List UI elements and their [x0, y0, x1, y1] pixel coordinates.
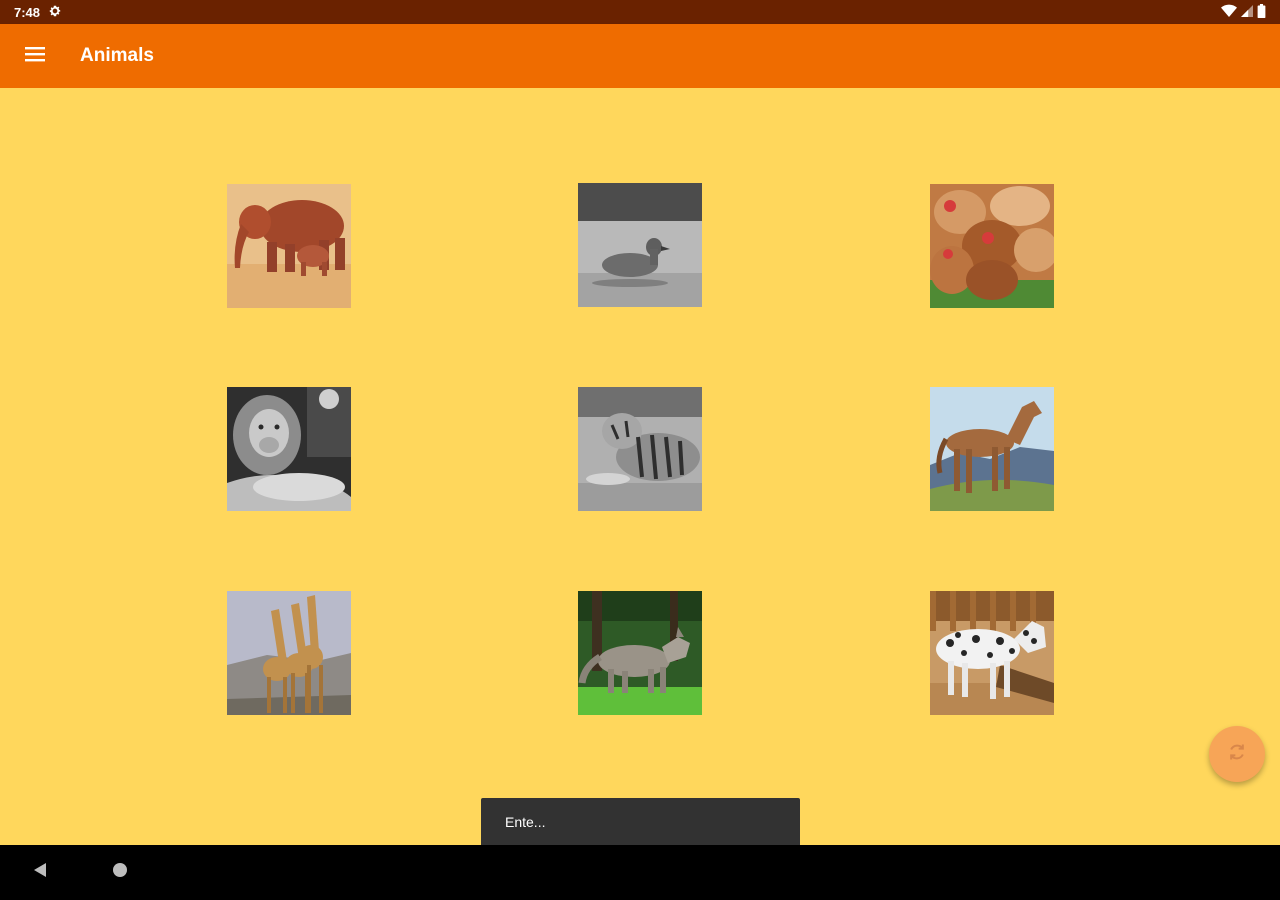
battery-icon — [1257, 3, 1266, 21]
home-icon — [112, 862, 128, 883]
page-title: Animals — [80, 45, 154, 66]
tile-elephant[interactable] — [227, 184, 351, 308]
navigation-bar — [0, 845, 1280, 900]
signal-icon — [1241, 4, 1253, 20]
horse-image — [930, 387, 1054, 511]
lion-image — [227, 387, 351, 511]
tile-giraffes[interactable] — [227, 591, 351, 715]
refresh-button[interactable] — [1209, 726, 1265, 782]
wolf-image — [578, 591, 702, 715]
tile-tiger[interactable] — [578, 387, 702, 511]
animal-grid — [0, 88, 1280, 845]
wifi-icon — [1221, 4, 1237, 21]
status-bar: 7:48 — [0, 0, 1280, 24]
tiger-image — [578, 387, 702, 511]
snackbar: Ente... — [481, 798, 800, 845]
menu-button[interactable] — [0, 24, 72, 88]
app-bar: Animals — [0, 24, 1280, 88]
home-button[interactable] — [100, 853, 140, 893]
refresh-icon — [1227, 742, 1247, 767]
duck-image — [578, 183, 702, 307]
status-time: 7:48 — [14, 4, 41, 20]
giraffes-image — [227, 591, 351, 715]
menu-icon — [25, 45, 47, 68]
spotted-pony-image — [930, 591, 1054, 715]
tile-duck[interactable] — [578, 183, 702, 307]
back-button[interactable] — [20, 853, 60, 893]
tile-spotted-pony[interactable] — [930, 591, 1054, 715]
tile-lion[interactable] — [227, 387, 351, 511]
tile-horse[interactable] — [930, 387, 1054, 511]
tile-wolf[interactable] — [578, 591, 702, 715]
gear-icon — [48, 4, 62, 21]
elephant-image — [227, 184, 351, 308]
tile-chickens[interactable] — [930, 184, 1054, 308]
chickens-image — [930, 184, 1054, 308]
back-icon — [32, 862, 48, 883]
snackbar-text: Ente... — [505, 813, 546, 830]
